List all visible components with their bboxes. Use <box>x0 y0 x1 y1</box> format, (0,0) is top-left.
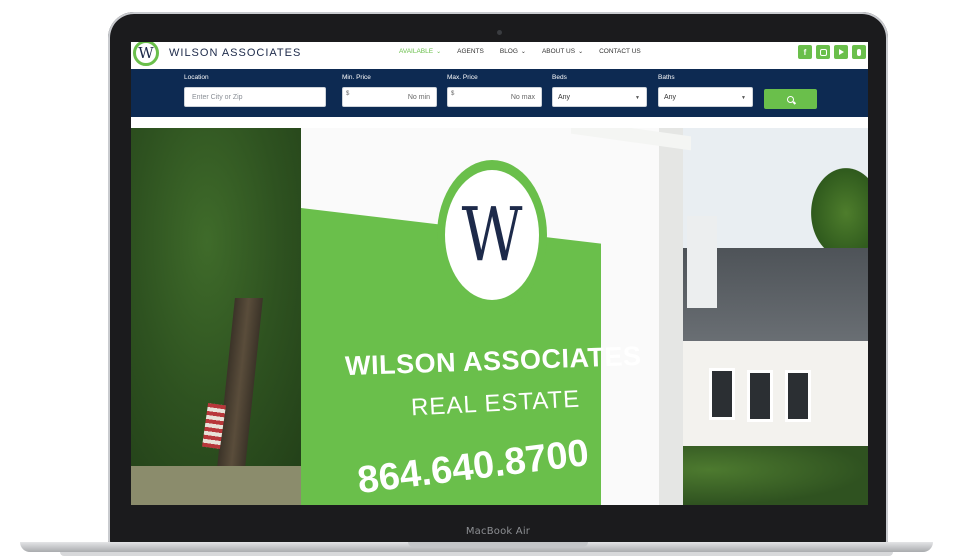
nav-item-about-us[interactable]: ABOUT US ⌄ <box>542 48 583 55</box>
nav-item-available[interactable]: AVAILABLE ⌄ <box>399 48 441 55</box>
hero-image: W WILSON ASSOCIATES REAL ESTATE 864.640.… <box>131 128 868 505</box>
chevron-down-icon: ⌄ <box>436 49 442 55</box>
house-window <box>747 370 773 422</box>
currency-symbol: $ <box>346 91 350 97</box>
min-price-label: Min. Price <box>342 74 371 81</box>
site-header: W WILSON ASSOCIATES AVAILABLE ⌄ AGENTS BL… <box>131 42 868 68</box>
currency-symbol: $ <box>451 91 455 97</box>
social-links: f <box>798 45 866 59</box>
nav-item-blog[interactable]: BLOG ⌄ <box>500 48 526 55</box>
logo-letter: W <box>138 43 154 62</box>
baths-field-group: Baths Any ▼ <box>658 74 753 107</box>
chevron-down-icon: ▼ <box>741 95 746 101</box>
chimney <box>687 216 717 308</box>
max-price-field-group: Max. Price $ No max <box>447 74 542 107</box>
location-placeholder: Enter City or Zip <box>192 94 243 101</box>
laptop-base-shadow <box>60 552 893 556</box>
beds-field-group: Beds Any ▼ <box>552 74 647 107</box>
main-nav: AVAILABLE ⌄ AGENTS BLOG ⌄ ABOUT US ⌄ CONTAC… <box>399 48 641 55</box>
brand-name[interactable]: WILSON ASSOCIATES <box>169 47 301 59</box>
laptop-notch <box>408 542 588 547</box>
instagram-icon[interactable] <box>816 45 830 59</box>
chevron-down-icon: ▼ <box>635 95 640 101</box>
ground <box>131 466 321 505</box>
location-input[interactable]: Enter City or Zip <box>184 87 326 107</box>
sign-logo: W <box>445 170 539 300</box>
max-price-input[interactable]: $ No max <box>447 87 542 107</box>
search-icon <box>787 95 794 103</box>
tree-right <box>811 168 868 258</box>
logo-icon[interactable]: W <box>133 42 159 66</box>
house-window <box>785 370 811 422</box>
location-label: Location <box>184 74 209 81</box>
baths-select[interactable]: Any ▼ <box>658 87 753 107</box>
chevron-down-icon: ⌄ <box>520 49 526 55</box>
webcam <box>497 30 502 35</box>
device-label: MacBook Air <box>465 526 531 537</box>
location-field-group: Location Enter City or Zip <box>184 74 326 107</box>
chevron-down-icon: ⌄ <box>578 49 584 55</box>
beds-selected: Any <box>558 94 571 101</box>
beds-label: Beds <box>552 74 567 81</box>
property-search-bar: Location Enter City or Zip Min. Price $ … <box>131 69 868 117</box>
max-price-value: No max <box>510 94 535 101</box>
sign-post-side <box>659 128 683 505</box>
house-window <box>709 368 735 420</box>
nav-item-agents[interactable]: AGENTS <box>457 48 484 55</box>
baths-selected: Any <box>664 94 677 101</box>
sign-logo-letter: W <box>461 192 523 278</box>
min-price-field-group: Min. Price $ No min <box>342 74 437 107</box>
search-button[interactable] <box>764 89 817 109</box>
beds-select[interactable]: Any ▼ <box>552 87 647 107</box>
max-price-label: Max. Price <box>447 74 478 81</box>
nav-item-contact-us[interactable]: CONTACT US <box>599 48 641 55</box>
baths-label: Baths <box>658 74 675 81</box>
youtube-icon[interactable] <box>834 45 848 59</box>
min-price-value: No min <box>407 94 430 101</box>
min-price-input[interactable]: $ No min <box>342 87 437 107</box>
podcast-icon[interactable] <box>852 45 866 59</box>
browser-screen: W WILSON ASSOCIATES AVAILABLE ⌄ AGENTS BL… <box>131 42 868 505</box>
facebook-icon[interactable]: f <box>798 45 812 59</box>
